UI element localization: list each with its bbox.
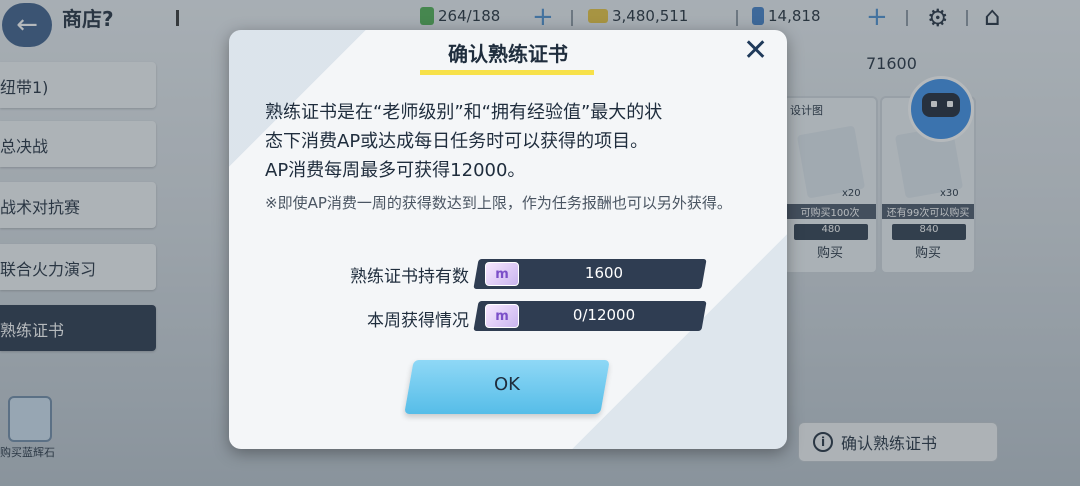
owned-count-label: 熟练证书持有数: [350, 267, 469, 287]
mastery-dialog: 确认熟练证书 ✕ 熟练证书是在“老师级别”和“拥有经验值”最大的状 态下消费AP…: [229, 30, 787, 449]
dialog-title: 确认熟练证书: [448, 42, 568, 66]
mastery-certificate-icon: m: [485, 262, 519, 286]
mastery-certificate-icon: m: [485, 304, 519, 328]
owned-count-value: 1600: [584, 264, 624, 282]
weekly-progress-value: 0/12000: [572, 306, 636, 324]
ok-button-label[interactable]: OK: [409, 374, 605, 395]
dialog-description: 熟练证书是在“老师级别”和“拥有经验值”最大的状 态下消费AP或达成每日任务时可…: [265, 98, 755, 185]
description-line: AP消费每周最多可获得12000。: [265, 160, 526, 181]
description-line: 熟练证书是在“老师级别”和“拥有经验值”最大的状: [265, 102, 663, 123]
title-underline: [420, 70, 594, 75]
description-line: 态下消费AP或达成每日任务时可以获得的项目。: [265, 131, 649, 152]
weekly-progress-label: 本周获得情况: [367, 311, 469, 331]
dialog-note: ※即使AP消费一周的获得数达到上限，作为任务报酬也可以另外获得。: [265, 194, 732, 212]
close-icon[interactable]: ✕: [743, 36, 768, 66]
